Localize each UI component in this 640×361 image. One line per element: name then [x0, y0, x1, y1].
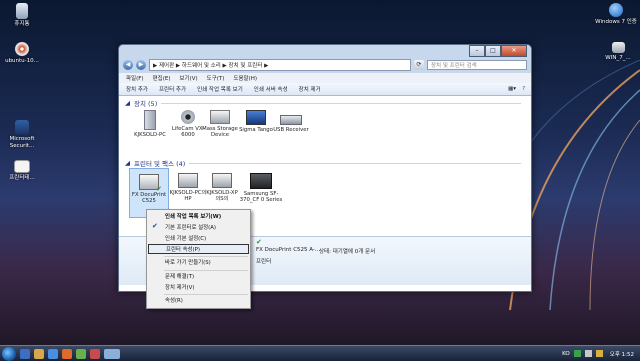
menu-troubleshoot[interactable]: 문제 해결(T) — [148, 272, 249, 282]
recycle-bin-icon — [16, 3, 28, 19]
collapse-icon: ◢ — [125, 159, 130, 167]
printer-kjksold-pc-hp[interactable]: KJKSOLD-PC의 HP — [169, 173, 207, 202]
desktop-icon-windows7-genuine[interactable]: Windows 7 인증 — [594, 3, 638, 26]
app-taskbar-icon[interactable] — [90, 348, 100, 359]
flag-icon[interactable] — [595, 350, 603, 357]
default-check-icon: ✔ — [156, 184, 162, 193]
printer-context-menu: 인쇄 작업 목록 보기(W) ✔ 기본 프린터로 설정(A) 인쇄 기본 설정(… — [146, 209, 251, 309]
menu-printer-properties[interactable]: 프린터 속성(P) — [148, 244, 249, 254]
folder-taskbar-icon[interactable] — [34, 348, 44, 359]
info-icon — [609, 3, 623, 17]
menu-file[interactable]: 파일(F) — [126, 74, 144, 82]
printer-kjksold-xp[interactable]: KJKSOLD-XP 의S의 — [203, 173, 241, 202]
volume-icon[interactable] — [584, 350, 592, 357]
keyboard-icon — [280, 115, 302, 125]
device-usb-receiver[interactable]: USB Receiver — [272, 110, 310, 133]
details-device-name: FX DocuPrint C525 A-... — [256, 247, 321, 253]
taskbar: KO 오후 1:52 — [0, 345, 640, 361]
help-icon[interactable]: ? — [522, 86, 525, 92]
search-placeholder: 장치 및 프린터 검색 — [431, 63, 477, 69]
document-icon — [14, 160, 30, 173]
devices-window-taskbar-button[interactable] — [104, 348, 120, 359]
language-indicator[interactable]: KO — [562, 351, 570, 357]
add-printer-button[interactable]: 프린터 추가 — [159, 85, 186, 93]
device-computer[interactable]: KJKSOLD-PC — [131, 110, 169, 138]
desktop-icon-recycle-bin[interactable]: 휴지통 — [0, 3, 44, 28]
add-device-button[interactable]: 장치 추가 — [126, 85, 148, 93]
device-mass-storage[interactable]: Mass Storage Device — [201, 110, 239, 138]
maximize-button[interactable]: □ — [485, 45, 501, 57]
menu-separator — [164, 270, 248, 271]
menu-see-print-queue[interactable]: 인쇄 작업 목록 보기(W) — [148, 212, 249, 222]
storage-drive-icon — [210, 110, 230, 124]
printer-icon — [178, 173, 198, 188]
menu-separator — [164, 294, 248, 295]
details-queue-state: 상태: 대기열에 0개 문서 — [319, 249, 376, 255]
desktop-icon-label: ubuntu-10... — [5, 58, 39, 64]
computer-tower-icon — [144, 110, 156, 130]
device-sigma-tango[interactable]: Sigma Tango — [237, 110, 275, 133]
menu-help[interactable]: 도움말(H) — [233, 74, 257, 82]
details-category: 프린터 — [256, 259, 272, 265]
desktop-icon-printer-test[interactable]: 프린터테... — [0, 160, 44, 182]
ie-taskbar-icon[interactable] — [48, 348, 58, 359]
address-bar[interactable]: ▶ 제어판 ▶ 하드웨어 및 소리 ▶ 장치 및 프린터 ▶ — [149, 59, 411, 71]
address-path: ▶ 제어판 ▶ 하드웨어 및 소리 ▶ 장치 및 프린터 ▶ — [153, 63, 269, 69]
network-icon[interactable] — [573, 350, 581, 357]
menu-set-default-printer[interactable]: 기본 프린터로 설정(A) — [148, 223, 249, 233]
view-options-icon[interactable]: ▦▾ — [508, 86, 516, 92]
close-button[interactable]: ✕ — [501, 45, 527, 57]
menu-separator — [164, 256, 248, 257]
desktop-icon-ubuntu[interactable]: ubuntu-10... — [0, 42, 44, 65]
webcam-icon — [181, 110, 195, 124]
remove-device-button[interactable]: 장치 제거 — [299, 85, 321, 93]
menu-tools[interactable]: 도구(T) — [207, 74, 225, 82]
menu-properties[interactable]: 속성(R) — [148, 296, 249, 306]
search-input[interactable]: 장치 및 프린터 검색 — [427, 60, 527, 70]
security-essentials-icon — [15, 120, 29, 134]
menu-printing-preferences[interactable]: 인쇄 기본 설정(C) — [148, 234, 249, 244]
refresh-button[interactable]: ⟳ — [414, 60, 424, 70]
desktop-icon-win7-file[interactable]: WIN_7_... — [596, 42, 640, 62]
command-bar: 장치 추가 프린터 추가 인쇄 작업 목록 보기 인쇄 서버 속성 장치 제거 … — [119, 83, 531, 96]
app-taskbar-icon[interactable] — [76, 348, 86, 359]
printer-icon — [212, 173, 232, 188]
monitor-icon — [246, 110, 266, 125]
multifunction-printer-icon — [250, 173, 272, 189]
minimize-button[interactable]: – — [469, 45, 485, 57]
disc-icon — [15, 42, 29, 56]
devices-section-header[interactable]: ◢ 장치 (5) — [125, 98, 521, 108]
desktop-icon-label: WIN_7_... — [605, 55, 631, 61]
menu-remove-device[interactable]: 장치 제거(V) — [148, 283, 249, 293]
back-button[interactable]: ◀ — [123, 60, 133, 70]
see-print-queue-button[interactable]: 인쇄 작업 목록 보기 — [197, 85, 243, 93]
start-button[interactable] — [2, 346, 16, 361]
desktop-icon-label: 프린터테... — [9, 175, 35, 181]
system-tray: KO 오후 1:52 — [562, 350, 640, 358]
clock[interactable]: 오후 1:52 — [610, 350, 634, 358]
menu-edit[interactable]: 편집(E) — [153, 74, 171, 82]
desktop-icon-label: 휴지통 — [14, 21, 30, 27]
menu-view[interactable]: 보기(V) — [179, 74, 197, 82]
menu-create-shortcut[interactable]: 바로 가기 만들기(S) — [148, 258, 249, 268]
printer-samsung[interactable]: Samsung SF-370_CF 0 Series — [239, 173, 283, 203]
desktop-icon-label: Microsoft Securit... — [9, 136, 35, 149]
print-server-properties-button[interactable]: 인쇄 서버 속성 — [254, 85, 288, 93]
forward-button[interactable]: ▶ — [136, 60, 146, 70]
explorer-taskbar-icon[interactable] — [20, 348, 30, 359]
default-printer-icon: ✔ — [139, 174, 162, 193]
window-titlebar[interactable]: – □ ✕ — [119, 45, 531, 59]
drive-icon — [611, 42, 625, 53]
printers-section-header[interactable]: ◢ 프린터 및 팩스 (4) — [125, 158, 521, 168]
menu-bar: 파일(F) 편집(E) 보기(V) 도구(T) 도움말(H) — [119, 73, 531, 83]
desktop-icon-microsoft-security[interactable]: Microsoft Securit... — [0, 120, 44, 150]
ok-status-icon: ✔ — [256, 238, 262, 246]
collapse-icon: ◢ — [125, 99, 130, 107]
desktop-icon-label: Windows 7 인증 — [595, 19, 637, 25]
media-player-taskbar-icon[interactable] — [62, 348, 72, 359]
